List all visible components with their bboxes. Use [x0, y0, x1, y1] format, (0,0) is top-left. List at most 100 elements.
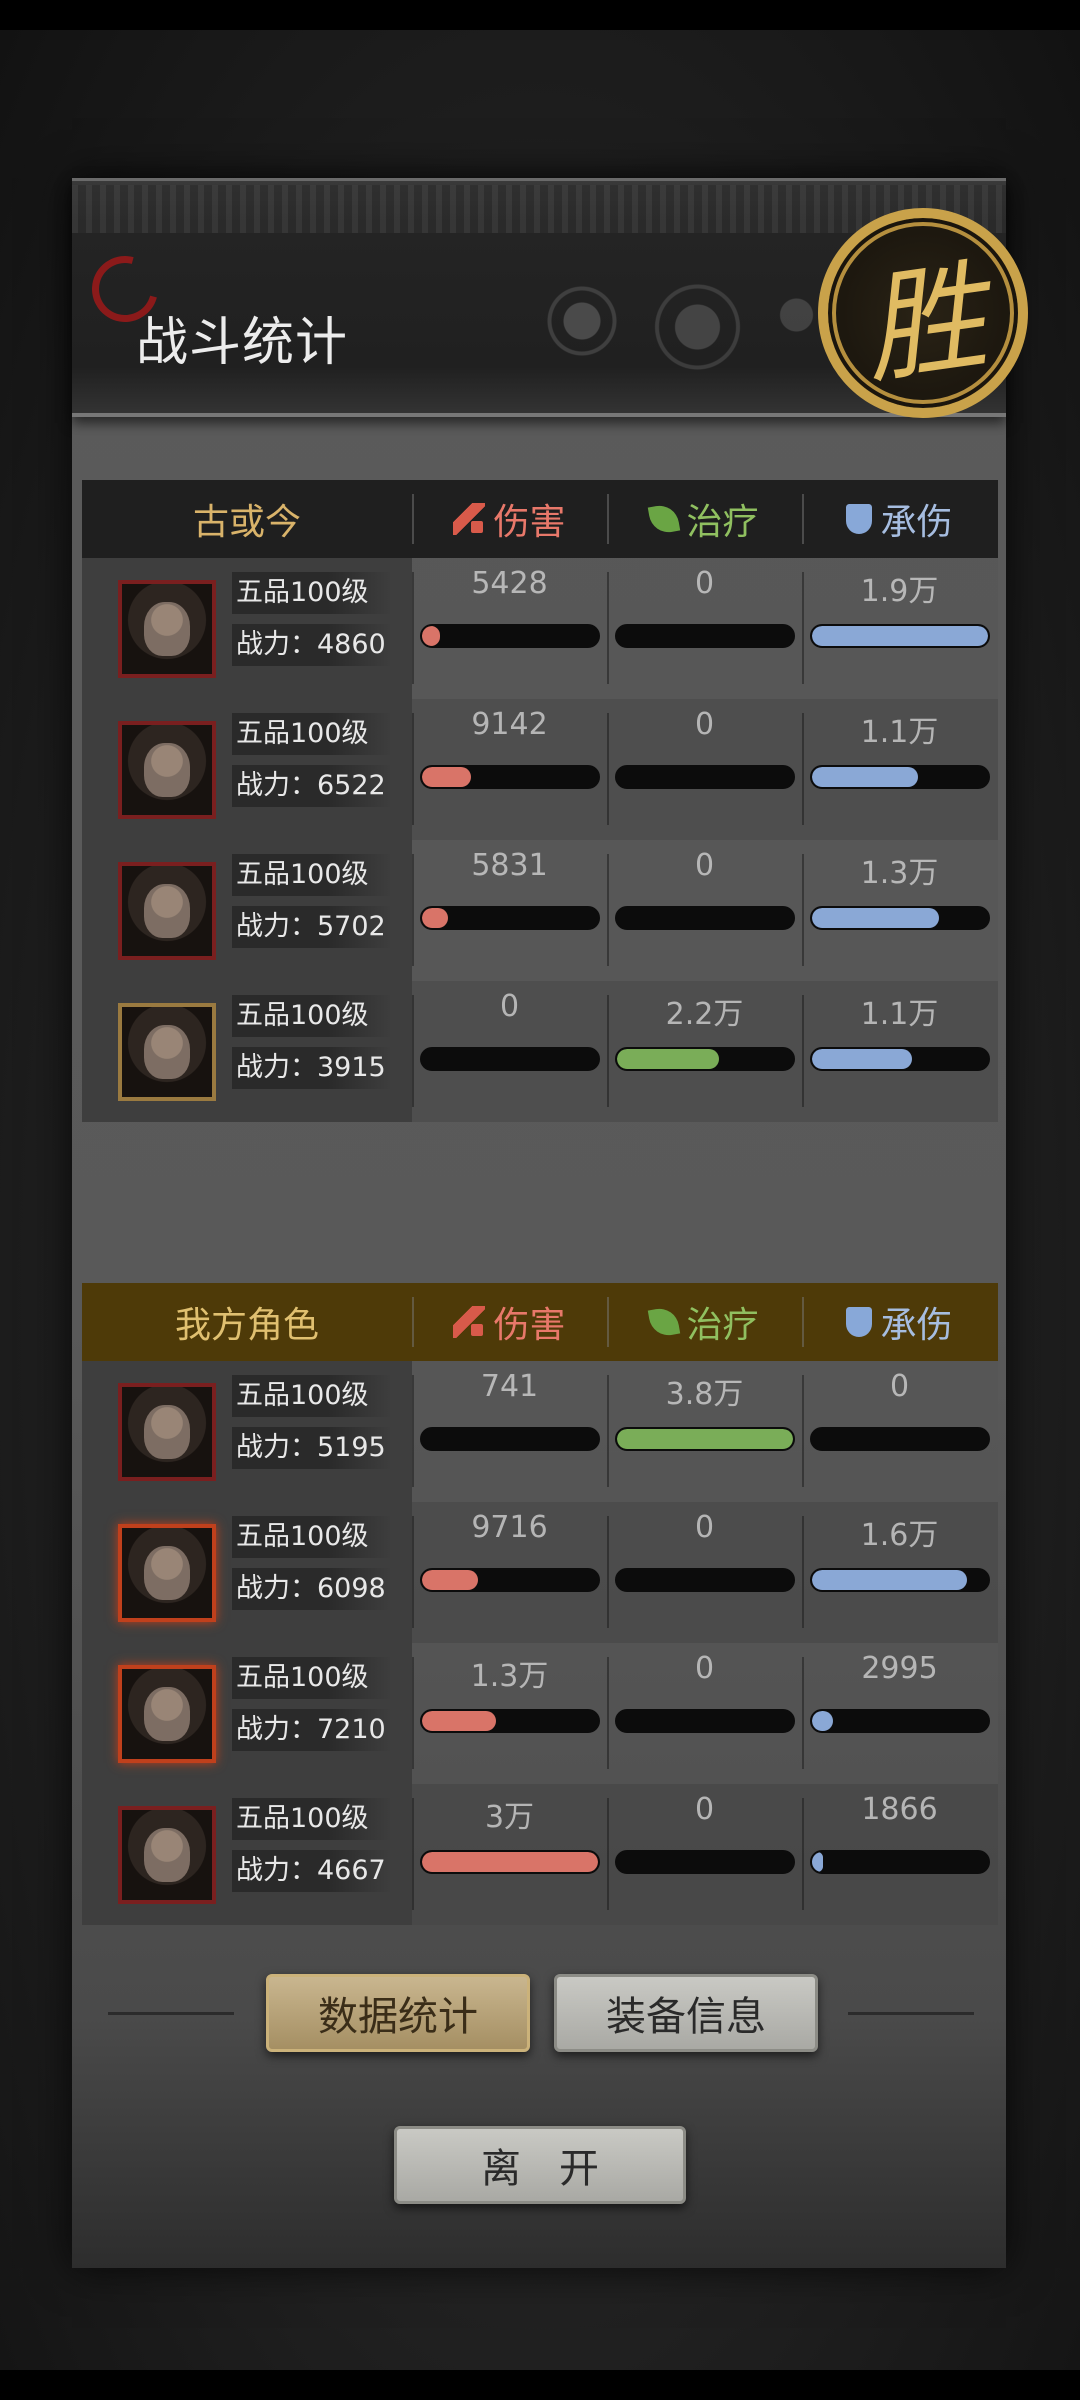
ally-table-header: 我方角色 伤害 治疗 承伤 — [82, 1283, 998, 1361]
victory-seal-text: 胜 — [855, 247, 994, 402]
hero-info: 五品100级 战力：6522 — [82, 699, 412, 840]
hero-avatar[interactable] — [118, 862, 216, 960]
hero-rank: 五品100级 — [232, 713, 392, 755]
damage-cell: 5831 — [412, 840, 607, 981]
table-row: 五品100级 战力：7210 1.3万 0 2995 — [82, 1643, 998, 1784]
tank-bar — [810, 1850, 990, 1874]
heal-bar-fill — [617, 1429, 793, 1449]
hero-avatar[interactable] — [118, 721, 216, 819]
hero-info: 五品100级 战力：5702 — [82, 840, 412, 981]
heal-cell: 0 — [607, 840, 802, 981]
damage-value: 9142 — [471, 707, 548, 742]
tank-value: 1.9万 — [860, 574, 939, 609]
damage-bar-fill — [422, 626, 440, 646]
damage-bar — [420, 1850, 600, 1874]
damage-cell: 5428 — [412, 558, 607, 699]
table-row: 五品100级 战力：6098 9716 0 1.6万 — [82, 1502, 998, 1643]
tank-bar-fill — [812, 767, 918, 787]
tank-bar-fill — [812, 1852, 823, 1872]
shield-icon — [846, 504, 873, 534]
leave-button[interactable]: 离开 — [394, 2126, 686, 2204]
hero-power: 战力：6098 — [232, 1568, 392, 1610]
ally-stats-table: 我方角色 伤害 治疗 承伤 五品100级 战力：5195 741 3.8万 0 五品100… — [82, 1283, 998, 1925]
tank-bar — [810, 765, 990, 789]
tank-value: 1.1万 — [860, 715, 939, 750]
heal-value: 0 — [694, 566, 715, 601]
hero-rank: 五品100级 — [232, 572, 392, 614]
tank-cell: 0 — [802, 1361, 997, 1502]
damage-bar — [420, 906, 600, 930]
damage-value: 9716 — [471, 1510, 548, 1545]
tank-cell: 1.3万 — [802, 840, 997, 981]
heal-cell: 0 — [607, 558, 802, 699]
hero-info: 五品100级 战力：5195 — [82, 1361, 412, 1502]
tank-bar-fill — [812, 1711, 834, 1731]
hero-info: 五品100级 战力：7210 — [82, 1643, 412, 1784]
tank-cell: 1.1万 — [802, 981, 997, 1122]
tank-cell: 1866 — [802, 1784, 997, 1925]
heal-value: 0 — [694, 1651, 715, 1686]
heal-value: 3.8万 — [665, 1377, 744, 1412]
tank-bar-fill — [812, 908, 939, 928]
damage-cell: 3万 — [412, 1784, 607, 1925]
heal-value: 0 — [694, 707, 715, 742]
enemy-stats-table: 古或今 伤害 治疗 承伤 五品100级 战力：4860 5428 0 1.9万 五品100… — [82, 480, 998, 1122]
hero-avatar[interactable] — [118, 1806, 216, 1904]
table-row: 五品100级 战力：6522 9142 0 1.1万 — [82, 699, 998, 840]
heal-bar — [615, 765, 795, 789]
damage-bar — [420, 1709, 600, 1733]
table-row: 五品100级 战力：5195 741 3.8万 0 — [82, 1361, 998, 1502]
damage-bar — [420, 1427, 600, 1451]
data-stats-tab[interactable]: 数据统计 — [266, 1974, 530, 2052]
heal-bar — [615, 1709, 795, 1733]
hero-power: 战力：5195 — [232, 1427, 392, 1469]
page-title: 战斗统计 — [136, 313, 349, 373]
heal-header: 治疗 — [607, 480, 802, 558]
divider-left — [108, 2012, 234, 2015]
leaf-icon — [648, 1305, 681, 1339]
tank-bar — [810, 1709, 990, 1733]
damage-bar-fill — [422, 1570, 479, 1590]
equipment-info-tab[interactable]: 装备信息 — [554, 1974, 818, 2052]
shield-icon — [846, 1307, 873, 1337]
tank-bar — [810, 1568, 990, 1592]
tank-cell: 1.6万 — [802, 1502, 997, 1643]
tank-value: 2995 — [861, 1651, 938, 1686]
leaf-icon — [648, 502, 681, 536]
damage-bar-fill — [422, 1852, 598, 1872]
hero-avatar[interactable] — [118, 1003, 216, 1101]
cloud-decoration — [516, 261, 846, 381]
heal-cell: 3.8万 — [607, 1361, 802, 1502]
tank-value: 0 — [889, 1369, 910, 1404]
heal-value: 0 — [694, 1792, 715, 1827]
hero-avatar[interactable] — [118, 1524, 216, 1622]
heal-cell: 2.2万 — [607, 981, 802, 1122]
damage-cell: 0 — [412, 981, 607, 1122]
hero-avatar[interactable] — [118, 580, 216, 678]
damage-value: 741 — [480, 1369, 539, 1404]
tank-cell: 2995 — [802, 1643, 997, 1784]
damage-cell: 9142 — [412, 699, 607, 840]
damage-bar — [420, 624, 600, 648]
hero-rank: 五品100级 — [232, 995, 392, 1037]
hero-info: 五品100级 战力：4860 — [82, 558, 412, 699]
tank-bar-fill — [812, 626, 988, 646]
table-row: 五品100级 战力：5702 5831 0 1.3万 — [82, 840, 998, 981]
tank-bar — [810, 1047, 990, 1071]
hero-rank: 五品100级 — [232, 1657, 392, 1699]
heal-cell: 0 — [607, 1502, 802, 1643]
hero-avatar[interactable] — [118, 1383, 216, 1481]
heal-bar — [615, 1047, 795, 1071]
heal-value: 0 — [694, 1510, 715, 1545]
damage-value: 1.3万 — [470, 1659, 549, 1694]
hero-power: 战力：4667 — [232, 1850, 392, 1892]
hero-avatar[interactable] — [118, 1665, 216, 1763]
sword-icon — [453, 503, 486, 535]
damage-bar — [420, 1568, 600, 1592]
heal-cell: 0 — [607, 1784, 802, 1925]
damage-bar-fill — [422, 767, 472, 787]
sword-icon — [453, 1306, 486, 1338]
tank-bar — [810, 1427, 990, 1451]
hero-power: 战力：5702 — [232, 906, 392, 948]
tank-value: 1.3万 — [860, 856, 939, 891]
